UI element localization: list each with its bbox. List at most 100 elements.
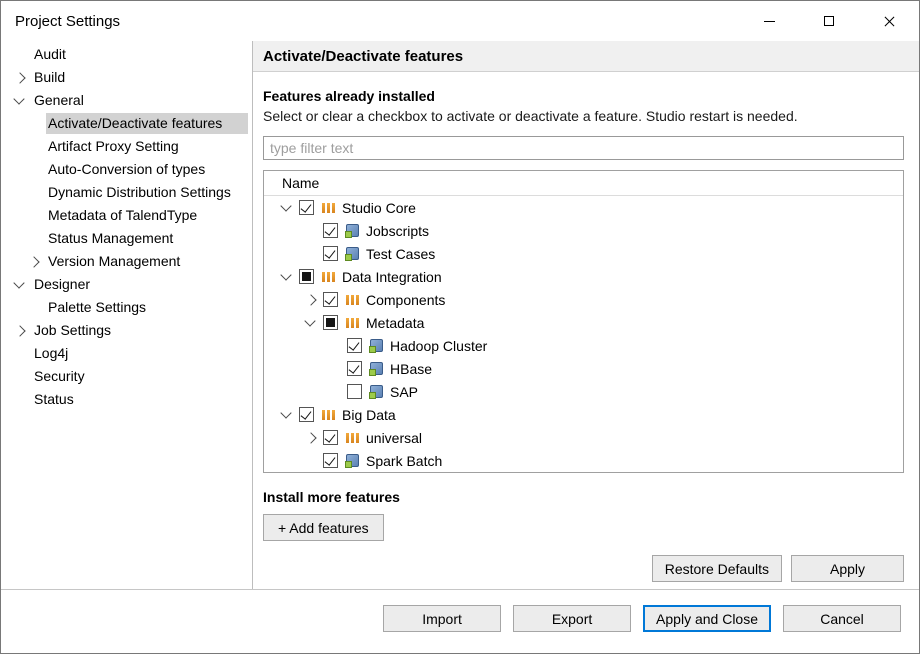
maximize-icon (824, 16, 834, 26)
sidebar-item-label: Artifact Proxy Setting (46, 136, 183, 157)
checkbox[interactable] (323, 246, 338, 261)
minimize-button[interactable] (739, 1, 799, 41)
tree-item-label: Spark Batch (366, 453, 442, 469)
sidebar-item-build[interactable]: Build (1, 66, 252, 89)
chevron-down-icon[interactable] (306, 320, 323, 325)
tree-row-big-data[interactable]: Big Data (264, 403, 903, 426)
sidebar-item-dynamic-distribution-settings[interactable]: Dynamic Distribution Settings (1, 181, 252, 204)
chevron-down-icon[interactable] (282, 412, 299, 417)
sidebar-item-label: Designer (32, 274, 94, 295)
sidebar-item-label: Dynamic Distribution Settings (46, 182, 235, 203)
sidebar-item-label: Build (32, 67, 69, 88)
checkbox[interactable] (347, 384, 362, 399)
chevron-right-icon[interactable] (306, 296, 323, 304)
tree-item-label: Studio Core (342, 200, 416, 216)
checkbox[interactable] (323, 315, 338, 330)
filter-input[interactable] (263, 136, 904, 160)
tree-item-label: Big Data (342, 407, 396, 423)
page-title: Activate/Deactivate features (263, 48, 463, 65)
checkbox[interactable] (299, 269, 314, 284)
restore-defaults-button[interactable]: Restore Defaults (652, 555, 782, 582)
apply-and-close-button[interactable]: Apply and Close (643, 605, 771, 632)
titlebar: Project Settings (1, 1, 919, 41)
checkbox[interactable] (299, 200, 314, 215)
sidebar-item-job-settings[interactable]: Job Settings (1, 319, 252, 342)
checkbox[interactable] (323, 292, 338, 307)
sidebar-item-label: Auto-Conversion of types (46, 159, 209, 180)
feature-icon (345, 247, 360, 261)
chevron-right-icon[interactable] (29, 258, 46, 266)
tree-row-metadata[interactable]: Metadata (264, 311, 903, 334)
checkbox[interactable] (323, 223, 338, 238)
export-button[interactable]: Export (513, 605, 631, 632)
tree-row-universal[interactable]: universal (264, 426, 903, 449)
tree-row-sap[interactable]: SAP (264, 380, 903, 403)
tree-row-hadoop-cluster[interactable]: Hadoop Cluster (264, 334, 903, 357)
tree-item-label: HBase (390, 361, 432, 377)
chevron-down-icon[interactable] (15, 282, 32, 287)
tree-row-test-cases[interactable]: Test Cases (264, 242, 903, 265)
close-icon (883, 15, 896, 28)
sidebar-item-log4j[interactable]: Log4j (1, 342, 252, 365)
chevron-down-icon[interactable] (282, 274, 299, 279)
import-button[interactable]: Import (383, 605, 501, 632)
minimize-icon (764, 21, 775, 22)
maximize-button[interactable] (799, 1, 859, 41)
checkbox[interactable] (323, 430, 338, 445)
chevron-down-icon[interactable] (15, 98, 32, 103)
feature-group-icon (321, 408, 336, 422)
tree-row-studio-core[interactable]: Studio Core (264, 196, 903, 219)
feature-group-icon (345, 431, 360, 445)
sidebar-item-security[interactable]: Security (1, 365, 252, 388)
sidebar-item-label: Version Management (46, 251, 184, 272)
sidebar-item-palette-settings[interactable]: Palette Settings (1, 296, 252, 319)
chevron-right-icon[interactable] (15, 327, 32, 335)
sidebar-item-designer[interactable]: Designer (1, 273, 252, 296)
checkbox[interactable] (323, 453, 338, 468)
feature-group-icon (345, 293, 360, 307)
sidebar-item-version-management[interactable]: Version Management (1, 250, 252, 273)
feature-group-icon (321, 201, 336, 215)
sidebar-item-audit[interactable]: Audit (1, 43, 252, 66)
window-title: Project Settings (1, 13, 120, 30)
sidebar-item-auto-conversion-of-types[interactable]: Auto-Conversion of types (1, 158, 252, 181)
apply-button[interactable]: Apply (791, 555, 904, 582)
sidebar-item-status-management[interactable]: Status Management (1, 227, 252, 250)
chevron-right-icon[interactable] (15, 74, 32, 82)
dialog-footer: Import Export Apply and Close Cancel (1, 589, 919, 653)
tree-row-data-integration[interactable]: Data Integration (264, 265, 903, 288)
chevron-right-icon[interactable] (306, 434, 323, 442)
sidebar-item-general[interactable]: General (1, 89, 252, 112)
cancel-button[interactable]: Cancel (783, 605, 901, 632)
sidebar-item-label: Status (32, 389, 78, 410)
feature-icon (369, 339, 384, 353)
project-settings-window: Project Settings Audit Build General Act… (0, 0, 920, 654)
sidebar-item-activate-deactivate-features[interactable]: Activate/Deactivate features (1, 112, 252, 135)
sidebar-item-status[interactable]: Status (1, 388, 252, 411)
content: Audit Build General Activate/Deactivate … (1, 41, 919, 589)
install-section-title: Install more features (263, 489, 904, 505)
sidebar-item-artifact-proxy-setting[interactable]: Artifact Proxy Setting (1, 135, 252, 158)
sidebar-item-metadata-of-talendtype[interactable]: Metadata of TalendType (1, 204, 252, 227)
tree-row-components[interactable]: Components (264, 288, 903, 311)
tree-row-hbase[interactable]: HBase (264, 357, 903, 380)
tree-row-spark-batch[interactable]: Spark Batch (264, 449, 903, 472)
panel-body: Features already installed Select or cle… (253, 72, 919, 589)
checkbox[interactable] (299, 407, 314, 422)
checkbox[interactable] (347, 338, 362, 353)
tree-item-label: SAP (390, 384, 418, 400)
settings-nav-tree: Audit Build General Activate/Deactivate … (1, 41, 253, 589)
tree-column-header-name: Name (264, 171, 903, 196)
sidebar-item-label: Metadata of TalendType (46, 205, 201, 226)
tree-item-label: Jobscripts (366, 223, 429, 239)
add-features-button[interactable]: + Add features (263, 514, 384, 541)
tree-row-jobscripts[interactable]: Jobscripts (264, 219, 903, 242)
tree-item-label: Data Integration (342, 269, 442, 285)
close-button[interactable] (859, 1, 919, 41)
feature-icon (369, 362, 384, 376)
chevron-down-icon[interactable] (282, 205, 299, 210)
features-tree: Name Studio Core Jobscripts (263, 170, 904, 473)
sidebar-item-label: Log4j (32, 343, 72, 364)
checkbox[interactable] (347, 361, 362, 376)
tree-item-label: universal (366, 430, 422, 446)
